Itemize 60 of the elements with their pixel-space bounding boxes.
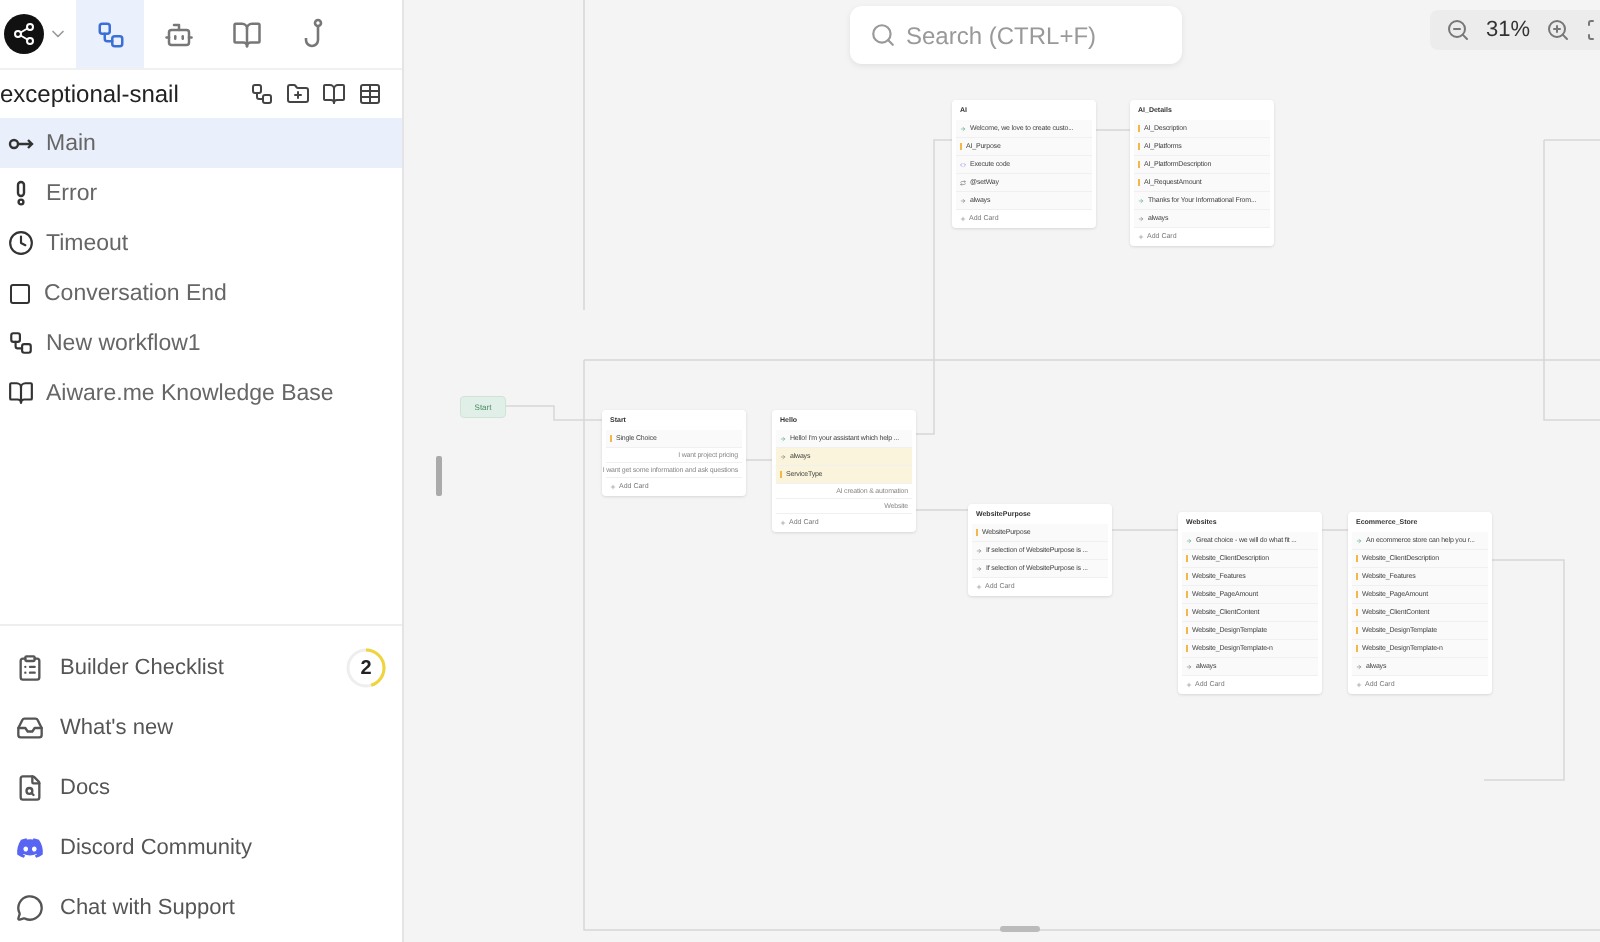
sidebar-link[interactable]: Chat with Support (0, 878, 402, 938)
workflow-item[interactable]: Aiware.me Knowledge Base (0, 368, 402, 418)
input-marker-icon (780, 471, 782, 478)
input-marker-icon (976, 529, 978, 536)
input-marker-icon (1186, 591, 1188, 598)
workflow-icon (8, 330, 34, 356)
checklist-count: 2 (360, 657, 372, 679)
clock-icon (8, 230, 34, 256)
square-icon (8, 281, 32, 305)
zoom-in-icon[interactable] (1546, 18, 1571, 42)
input-marker-icon (1138, 179, 1140, 186)
book-icon (8, 380, 34, 406)
sidebar-link[interactable]: Builder Checklist 2 (0, 638, 402, 698)
input-marker-icon (1186, 609, 1188, 616)
input-marker-icon (1356, 555, 1358, 562)
input-marker-icon (1138, 143, 1140, 150)
chat-bubble-icon (16, 894, 44, 922)
input-marker-icon (1186, 555, 1188, 562)
project-name: exceptional-snail (0, 80, 179, 108)
document-search-icon (16, 774, 44, 802)
hook-icon (304, 18, 324, 50)
start-arrow-icon (8, 135, 34, 151)
book-icon (231, 19, 261, 49)
share-logo-icon[interactable] (4, 14, 44, 54)
sidebar-link[interactable]: What's new (0, 698, 402, 758)
input-marker-icon (1186, 627, 1188, 634)
scroll-handle[interactable] (1000, 926, 1040, 932)
input-marker-icon (610, 435, 612, 442)
sidebar-link[interactable]: Discord Community (0, 818, 402, 878)
workflow-item[interactable]: Main (0, 118, 402, 168)
input-marker-icon (1356, 591, 1358, 598)
workflow-item[interactable]: New workflow1 (0, 318, 402, 368)
inbox-icon (16, 714, 44, 742)
input-marker-icon (1356, 573, 1358, 580)
add-folder-icon[interactable] (286, 82, 310, 106)
robot-icon (163, 19, 193, 49)
sidebar-link[interactable]: Docs (0, 758, 402, 818)
clipboard-icon (16, 654, 44, 682)
workflow-icon (95, 19, 125, 49)
workflow-item[interactable]: Error (0, 168, 402, 218)
input-marker-icon (960, 143, 962, 150)
add-book-icon[interactable] (322, 82, 346, 106)
input-marker-icon (1186, 573, 1188, 580)
workflow-item[interactable]: Timeout (0, 218, 402, 268)
workflow-item[interactable]: Conversation End (0, 268, 402, 318)
input-marker-icon (1356, 645, 1358, 652)
zoom-out-icon[interactable] (1446, 18, 1470, 42)
search-icon (870, 22, 896, 48)
input-marker-icon (1356, 609, 1358, 616)
input-marker-icon (1186, 645, 1188, 652)
input-marker-icon (1138, 161, 1140, 168)
input-marker-icon (1138, 125, 1140, 132)
zoom-level: 31% (1486, 18, 1531, 42)
input-marker-icon (1356, 627, 1358, 634)
resize-handle[interactable] (436, 456, 442, 496)
discord-icon (16, 834, 44, 862)
sidebar-tab[interactable] (76, 0, 144, 68)
add-workflow-icon[interactable] (250, 82, 274, 106)
search-field[interactable]: Search (CTRL+F) (850, 6, 1182, 64)
add-table-icon[interactable] (358, 82, 382, 106)
